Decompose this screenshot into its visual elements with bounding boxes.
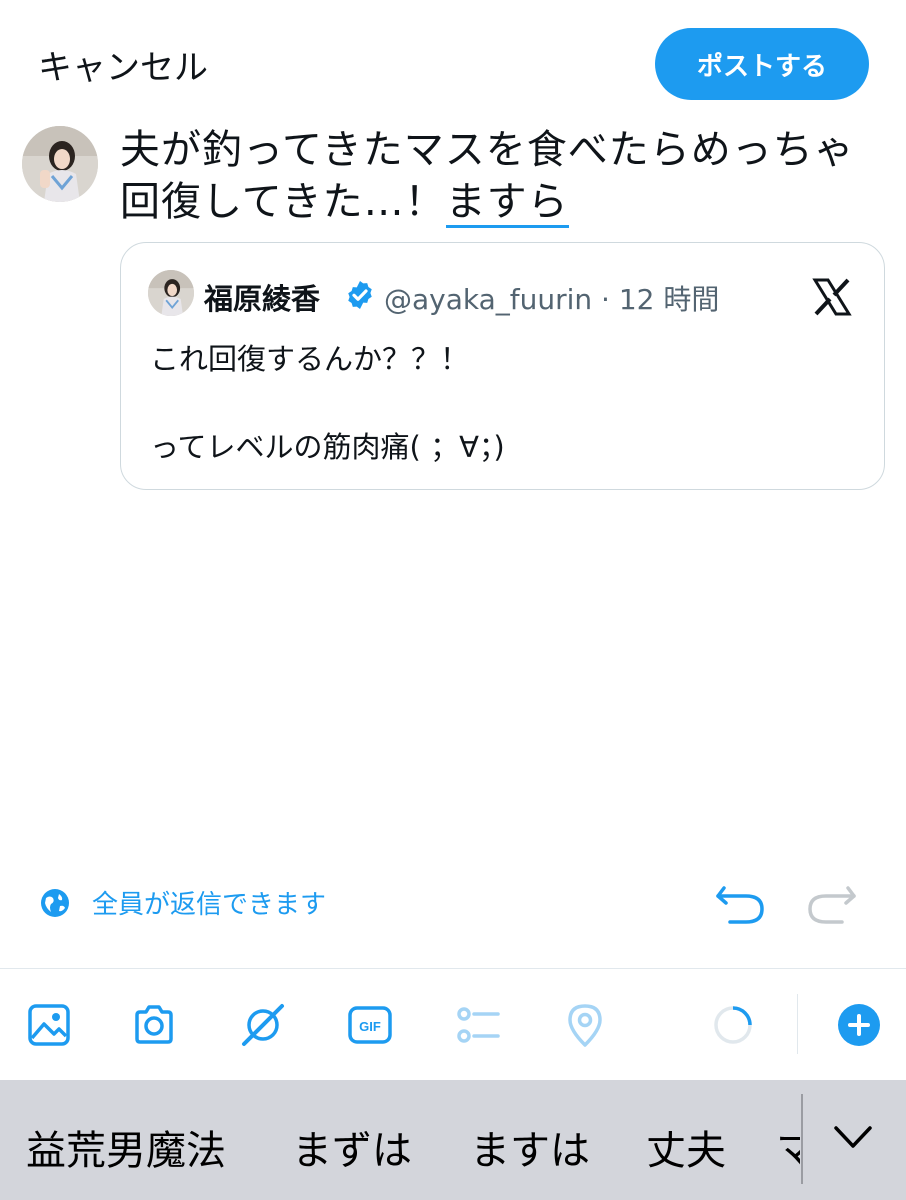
compose-marked-text: ますら xyxy=(445,179,569,228)
keyboard-suggestion[interactable]: 丈夫 xyxy=(646,1118,726,1176)
camera-icon[interactable] xyxy=(131,1002,177,1048)
quoted-text-line: これ回復するんか？？！ xyxy=(150,342,470,376)
chevron-down-icon[interactable] xyxy=(830,1118,876,1158)
char-count-ring xyxy=(714,1006,752,1044)
reply-setting-button[interactable]: 全員が返信できます xyxy=(40,884,326,921)
compose-textarea[interactable]: 夫が釣ってきたマスを食べたらめっちゃ回復してきた…！ますら xyxy=(120,124,880,228)
cancel-button[interactable]: キャンセル xyxy=(38,40,208,89)
quoted-handle-time: @ayaka_fuurin · 12 時間 xyxy=(384,283,720,316)
toolbar-divider xyxy=(0,968,906,969)
grok-icon[interactable] xyxy=(240,1002,286,1048)
quoted-author-avatar xyxy=(148,270,194,316)
add-post-icon[interactable] xyxy=(836,1002,882,1048)
keyboard-suggestion-clipped[interactable]: マ xyxy=(776,1118,800,1168)
poll-icon[interactable] xyxy=(454,1002,500,1048)
gif-icon[interactable]: GIF xyxy=(347,1002,393,1048)
keyboard-separator xyxy=(801,1094,803,1184)
x-logo-icon xyxy=(812,278,852,316)
undo-icon[interactable] xyxy=(712,880,768,928)
reply-setting-label: 全員が返信できます xyxy=(92,890,327,920)
image-icon[interactable] xyxy=(26,1002,72,1048)
quoted-author-name: 福原綾香 xyxy=(204,282,321,316)
verified-badge-icon xyxy=(348,281,372,309)
keyboard-suggestion[interactable]: 益荒男魔法 xyxy=(26,1118,226,1176)
user-avatar[interactable] xyxy=(22,126,98,202)
keyboard-suggestion[interactable]: まずは xyxy=(292,1118,412,1176)
post-button[interactable]: ポストする xyxy=(655,28,869,100)
toolbar-separator xyxy=(797,994,798,1054)
location-icon[interactable] xyxy=(562,1002,608,1048)
quoted-text-line: ってレベルの筋肉痛( ；∀；) xyxy=(150,430,505,464)
keyboard-suggestion[interactable]: ますは xyxy=(470,1118,590,1176)
gif-text: GIF xyxy=(359,1019,381,1034)
redo-icon[interactable] xyxy=(804,880,860,928)
globe-icon xyxy=(41,888,69,917)
